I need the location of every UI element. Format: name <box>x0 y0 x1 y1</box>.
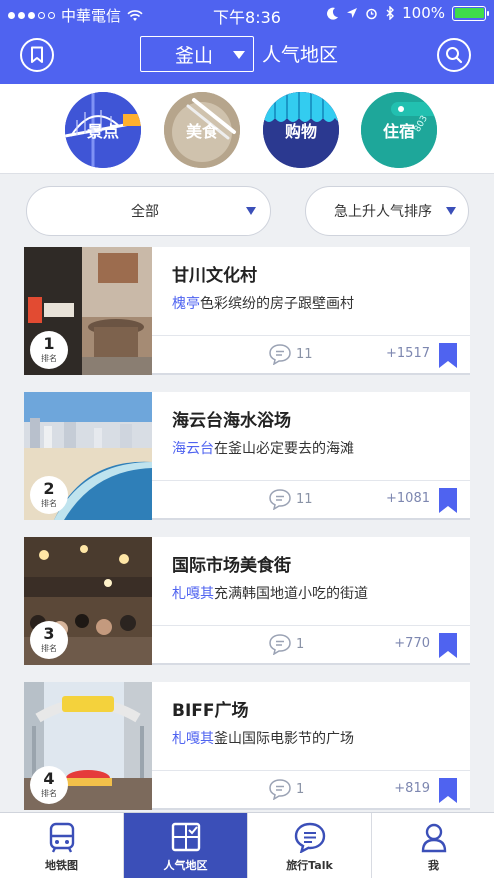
search-button[interactable] <box>437 38 471 72</box>
battery-percent: 100% <box>402 4 445 22</box>
status-bar: 中華電信 下午8:36 100% <box>0 0 494 28</box>
comment-icon <box>269 779 291 800</box>
bookmark-icon[interactable] <box>438 633 458 659</box>
tab-label: 旅行Talk <box>286 859 333 872</box>
rank-badge: 2 排名 <box>30 476 68 514</box>
tab-travel-talk[interactable]: 旅行Talk <box>248 813 371 878</box>
place-area: 海云台 <box>172 441 214 457</box>
comment-icon <box>269 634 291 655</box>
tab-bar: 地铁图 人气地区 旅行Talk 我 <box>0 812 494 878</box>
bookmark-icon[interactable] <box>438 488 458 514</box>
bluetooth-icon <box>386 6 395 20</box>
category-lodging[interactable]: 803 住宿 <box>361 92 437 168</box>
city-selector[interactable]: 釜山 <box>140 36 254 72</box>
place-photo: 1 排名 <box>24 247 152 375</box>
bookmark-count: +770 <box>394 636 430 651</box>
place-title: 甘川文化村 <box>172 266 257 286</box>
comment-count[interactable]: 11 <box>268 488 313 510</box>
place-description: 海云台在釜山必定要去的海滩 <box>172 441 354 457</box>
list-item[interactable]: 4 排名 BIFF广场 札嘎其釜山国际电影节的广场 1 +819 <box>24 682 470 810</box>
category-sightseeing[interactable]: 景点 <box>65 92 141 168</box>
bookmark-icon[interactable] <box>438 778 458 804</box>
user-icon <box>421 823 446 853</box>
rank-badge: 4 排名 <box>30 766 68 804</box>
category-label: 美食 <box>185 122 218 141</box>
tab-me[interactable]: 我 <box>372 813 494 878</box>
sort-filter-value: 急上升人气排序 <box>334 204 432 220</box>
tab-popular-areas[interactable]: 人气地区 <box>124 813 247 878</box>
location-icon <box>347 8 358 18</box>
place-photo: 4 排名 <box>24 682 152 810</box>
category-shopping[interactable]: 购物 <box>263 92 339 168</box>
category-label: 购物 <box>284 122 317 141</box>
scope-filter-dropdown[interactable]: 全部 <box>26 186 271 236</box>
category-bar: 景点 美食 购物 803 住宿 <box>0 84 494 174</box>
place-photo: 3 排名 <box>24 537 152 665</box>
sort-filter-dropdown[interactable]: 急上升人气排序 <box>305 186 469 236</box>
tab-subway-map[interactable]: 地铁图 <box>0 813 123 878</box>
comment-count[interactable]: 11 <box>268 343 313 365</box>
list-item[interactable]: 2 排名 海云台海水浴场 海云台在釜山必定要去的海滩 11 +1081 <box>24 392 470 520</box>
map-grid-icon <box>171 822 200 852</box>
moon-icon <box>327 7 339 20</box>
category-label: 住宿 <box>382 122 415 141</box>
comment-icon <box>269 344 291 365</box>
bookmark-icon[interactable] <box>438 343 458 369</box>
caret-down-icon <box>246 207 256 215</box>
category-food[interactable]: 美食 <box>164 92 240 168</box>
battery-icon <box>452 5 489 21</box>
comment-icon <box>269 489 291 510</box>
place-area: 札嘎其 <box>172 731 214 747</box>
place-description: 札嘎其充满韩国地道小吃的街道 <box>172 586 368 602</box>
tab-label: 我 <box>428 859 439 872</box>
bookmark-count: +819 <box>394 781 430 796</box>
tab-label: 地铁图 <box>45 859 78 872</box>
place-area: 槐亭 <box>172 296 200 312</box>
bookmark-count: +1081 <box>386 491 430 506</box>
comment-count[interactable]: 1 <box>268 633 304 655</box>
place-description: 槐亭色彩缤纷的房子跟壁画村 <box>172 296 354 312</box>
comment-count[interactable]: 1 <box>268 778 304 800</box>
scope-filter-value: 全部 <box>131 204 159 220</box>
alarm-icon <box>366 8 377 19</box>
list-item[interactable]: 1 排名 甘川文化村 槐亭色彩缤纷的房子跟壁画村 11 +1517 <box>24 247 470 375</box>
search-icon <box>446 47 463 64</box>
place-title: BIFF广场 <box>172 701 249 721</box>
tab-label: 人气地区 <box>163 859 208 872</box>
place-area: 札嘎其 <box>172 586 214 602</box>
top-bar: 中華電信 下午8:36 100% 釜山 人气地区 <box>0 0 494 84</box>
page-title: 人气地区 <box>262 44 339 66</box>
bookmark-list-button[interactable] <box>20 38 54 72</box>
place-title: 海云台海水浴场 <box>172 411 291 431</box>
list-item[interactable]: 3 排名 国际市场美食街 札嘎其充满韩国地道小吃的街道 1 +770 <box>24 537 470 665</box>
rank-badge: 3 排名 <box>30 621 68 659</box>
place-title: 国际市场美食街 <box>172 556 291 576</box>
bookmark-icon <box>31 46 43 63</box>
caret-down-icon <box>446 207 456 215</box>
city-name: 釜山 <box>175 44 214 67</box>
caret-down-icon <box>233 51 245 59</box>
subway-icon <box>49 822 74 853</box>
place-description: 札嘎其釜山国际电影节的广场 <box>172 731 354 747</box>
place-photo: 2 排名 <box>24 392 152 520</box>
rank-badge: 1 排名 <box>30 331 68 369</box>
chat-icon <box>294 822 325 853</box>
bookmark-count: +1517 <box>386 346 430 361</box>
category-label: 景点 <box>86 122 119 141</box>
